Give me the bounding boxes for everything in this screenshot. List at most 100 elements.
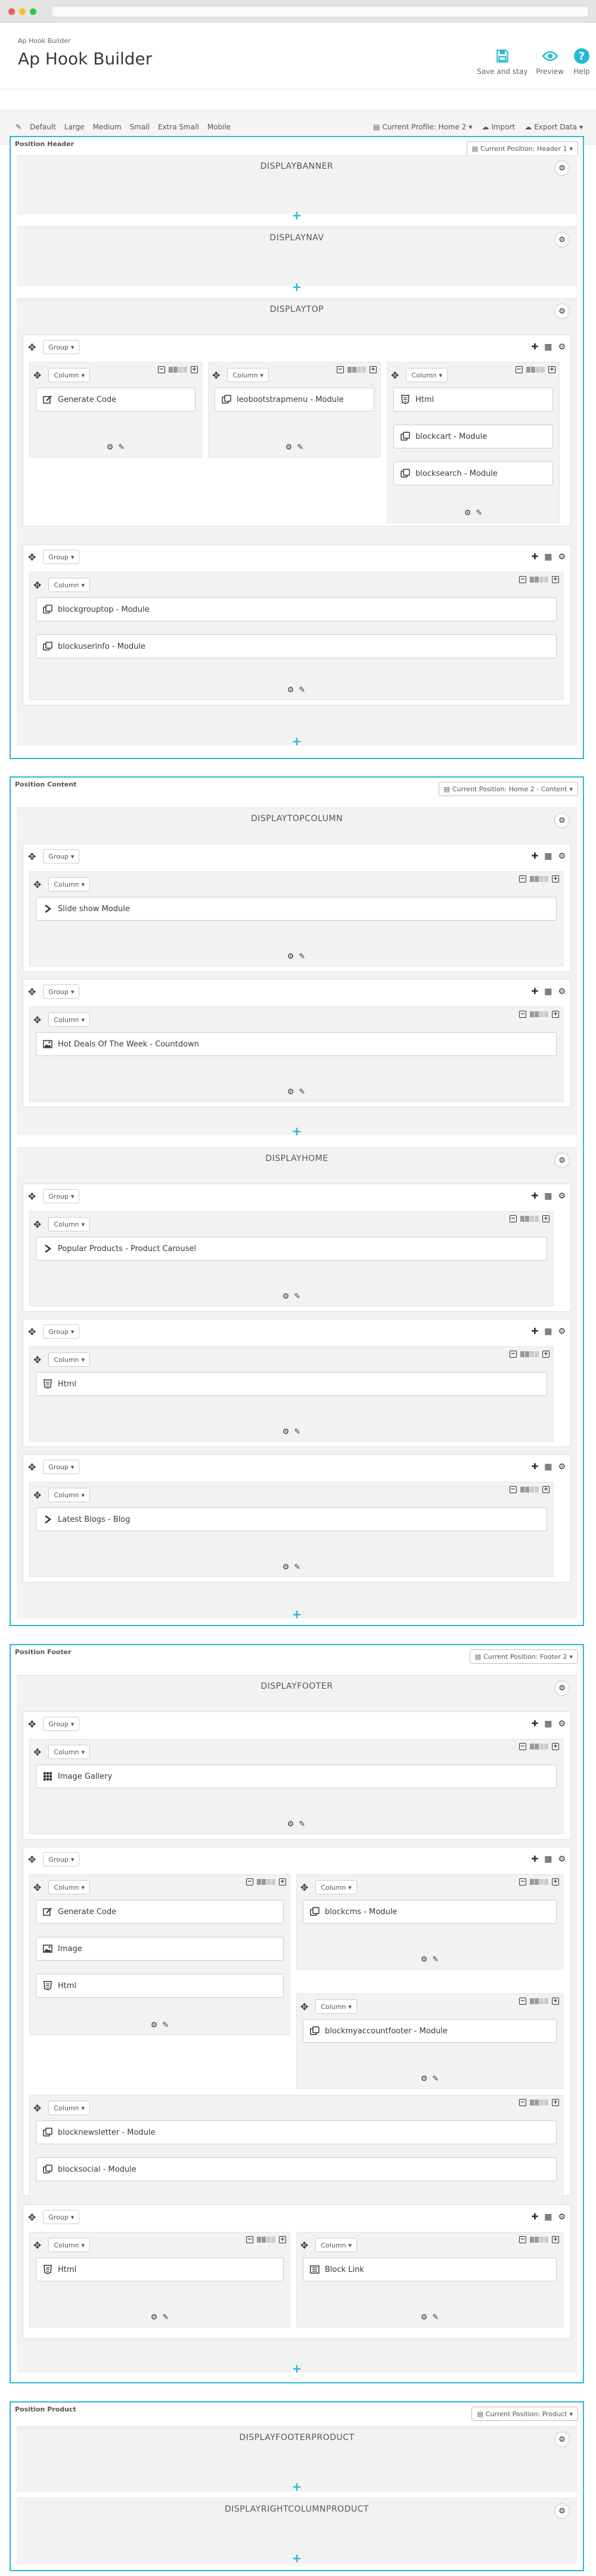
reduce-width-icon[interactable]: − [519,576,526,583]
column-layout-icon[interactable]: ▦ [544,1327,552,1336]
reduce-width-icon[interactable]: − [519,1743,526,1750]
move-icon[interactable]: ✥ [28,851,36,862]
reduce-width-icon[interactable]: − [510,1215,517,1222]
column-dropdown[interactable]: Column ▾ [406,368,448,382]
column-layout-icon[interactable]: ▦ [544,552,552,562]
increase-width-icon[interactable]: + [552,1743,559,1750]
move-icon[interactable]: ✥ [28,1462,36,1473]
group-dropdown[interactable]: Group ▾ [43,1852,80,1866]
column-settings-gear-icon[interactable]: ⚙ [283,1563,290,1572]
breadcrumb[interactable]: Ap Hook Builder [18,37,71,45]
add-column-icon[interactable]: ✚ [531,1854,538,1864]
column-dropdown[interactable]: Column ▾ [48,1217,91,1231]
module-item[interactable]: Slide show Module [36,897,557,921]
add-column-icon[interactable]: ✚ [531,852,538,861]
column-settings-gear-icon[interactable]: ⚙ [151,2313,158,2322]
current-position-dropdown[interactable]: ▤ Current Position: Product ▾ [471,2407,578,2421]
column-dropdown[interactable]: Column ▾ [227,368,269,382]
move-icon[interactable]: ✥ [33,1747,41,1758]
group-settings-gear-icon[interactable]: ⚙ [558,1854,566,1864]
module-item[interactable]: Html [36,1974,284,1998]
save-and-stay-button[interactable]: Save and stay [477,47,527,76]
pencil-icon[interactable]: ✎ [118,443,125,452]
hook-settings-gear-icon[interactable]: ⚙ [554,1680,570,1696]
move-icon[interactable]: ✥ [33,580,41,591]
export-dropdown[interactable]: ☁ Export Data ▾ [524,123,583,131]
hook-settings-gear-icon[interactable]: ⚙ [554,232,570,247]
close-window-dot[interactable] [8,8,15,15]
group-settings-gear-icon[interactable]: ⚙ [558,1719,566,1729]
add-column-icon[interactable]: ✚ [531,1191,538,1201]
module-item[interactable]: blockgrouptop - Module [36,597,557,621]
pencil-icon[interactable]: ✎ [299,952,305,961]
help-button[interactable]: ? Help [572,47,591,76]
column-settings-gear-icon[interactable]: ⚙ [464,509,471,518]
move-icon[interactable]: ✥ [33,1882,41,1893]
move-icon[interactable]: ✥ [300,2240,308,2251]
move-icon[interactable]: ✥ [28,2212,36,2223]
hook-settings-gear-icon[interactable]: ⚙ [554,2432,570,2447]
group-settings-gear-icon[interactable]: ⚙ [558,2212,566,2222]
group-settings-gear-icon[interactable]: ⚙ [558,852,566,861]
module-item[interactable]: leobootstrapmenu - Module [215,388,374,411]
pencil-icon[interactable]: ✎ [299,686,305,695]
reduce-width-icon[interactable]: − [519,875,526,883]
move-icon[interactable]: ✥ [300,1882,308,1893]
reduce-width-icon[interactable]: − [519,2099,526,2106]
increase-width-icon[interactable]: + [542,1486,550,1493]
size-mobile[interactable]: Mobile [207,123,231,131]
column-dropdown[interactable]: Column ▾ [48,2101,91,2115]
add-column-icon[interactable]: ✚ [531,2212,538,2222]
column-dropdown[interactable]: Column ▾ [315,1999,358,2014]
add-group-plus-icon[interactable]: + [292,2479,302,2494]
module-item[interactable]: blocksocial - Module [36,2157,557,2181]
move-icon[interactable]: ✥ [212,370,220,381]
group-settings-gear-icon[interactable]: ⚙ [558,552,566,562]
preview-button[interactable]: Preview [536,47,564,76]
reduce-width-icon[interactable]: − [158,366,165,373]
column-settings-gear-icon[interactable]: ⚙ [285,443,293,452]
add-column-icon[interactable]: ✚ [531,1719,538,1729]
add-group-plus-icon[interactable]: + [292,1607,302,1621]
module-item[interactable]: blocksearch - Module [393,462,553,485]
add-group-plus-icon[interactable]: + [292,1124,302,1138]
add-column-icon[interactable]: ✚ [531,552,538,562]
add-group-plus-icon[interactable]: + [292,734,302,748]
import-button[interactable]: ☁ Import [482,123,515,131]
move-icon[interactable]: ✥ [28,342,36,353]
add-column-icon[interactable]: ✚ [531,987,538,996]
hook-settings-gear-icon[interactable]: ⚙ [554,304,570,319]
increase-width-icon[interactable]: + [552,2236,559,2243]
move-icon[interactable]: ✥ [33,1014,41,1026]
size-medium[interactable]: Medium [93,123,122,131]
move-icon[interactable]: ✥ [28,986,36,998]
move-icon[interactable]: ✥ [28,1854,36,1865]
move-icon[interactable]: ✥ [33,1490,41,1501]
column-layout-icon[interactable]: ▦ [544,1854,552,1864]
add-column-icon[interactable]: ✚ [531,1462,538,1472]
module-item[interactable]: blockuserinfo - Module [36,634,557,658]
group-dropdown[interactable]: Group ▾ [43,849,80,863]
move-icon[interactable]: ✥ [33,370,41,381]
increase-width-icon[interactable]: + [552,875,559,883]
pencil-icon[interactable]: ✎ [162,2313,169,2322]
group-settings-gear-icon[interactable]: ⚙ [558,987,566,996]
reduce-width-icon[interactable]: − [519,1998,526,2005]
increase-width-icon[interactable]: + [548,366,555,373]
module-item[interactable]: Image [36,1937,284,1961]
group-settings-gear-icon[interactable]: ⚙ [558,1462,566,1472]
group-dropdown[interactable]: Group ▾ [43,340,80,354]
add-column-icon[interactable]: ✚ [531,342,538,352]
hook-settings-gear-icon[interactable]: ⚙ [554,160,570,176]
maximize-window-dot[interactable] [30,8,36,15]
add-group-plus-icon[interactable]: + [292,208,302,222]
group-settings-gear-icon[interactable]: ⚙ [558,342,566,352]
reduce-width-icon[interactable]: − [510,1351,517,1358]
reduce-width-icon[interactable]: − [246,2236,253,2243]
module-item[interactable]: Generate Code [36,1900,284,1924]
column-layout-icon[interactable]: ▦ [544,1191,552,1201]
reduce-width-icon[interactable]: − [519,1878,526,1885]
column-dropdown[interactable]: Column ▾ [48,1745,91,1759]
column-dropdown[interactable]: Column ▾ [48,2238,91,2252]
move-icon[interactable]: ✥ [33,1354,41,1366]
